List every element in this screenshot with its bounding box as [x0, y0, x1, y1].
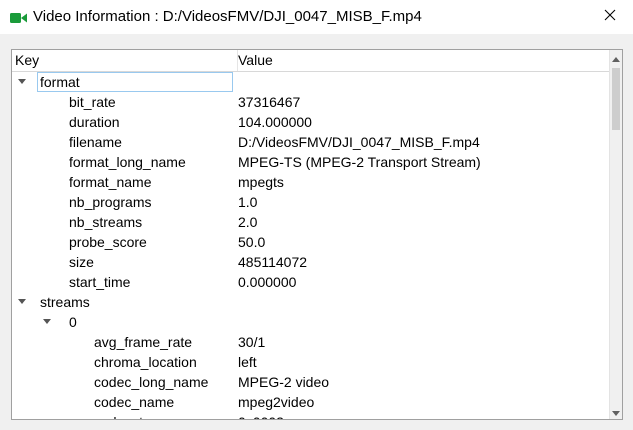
value-column-header[interactable]: Value	[235, 50, 608, 71]
row-value: 485114072	[238, 254, 308, 270]
row-value: mpeg2video	[238, 394, 315, 410]
row-key: nb_programs	[69, 194, 152, 210]
close-button[interactable]	[587, 0, 633, 34]
row-value: D:/VideosFMV/DJI_0047_MISB_F.mp4	[238, 134, 480, 150]
expand-down-icon[interactable]	[17, 72, 29, 92]
row-value: 1.0	[238, 194, 258, 210]
title-bar: Video Information : D:/VideosFMV/DJI_004…	[0, 0, 633, 34]
row-value: mpegts	[238, 174, 284, 190]
tree-row[interactable]: format_long_name MPEG-TS (MPEG-2 Transpor…	[12, 152, 609, 172]
key-column-header[interactable]: Key	[12, 50, 238, 71]
row-key: format_long_name	[69, 154, 186, 170]
scroll-thumb[interactable]	[612, 68, 620, 130]
arrow-down-icon	[612, 403, 620, 420]
row-key: streams	[40, 294, 90, 310]
row-value: left	[238, 354, 257, 370]
row-value: MPEG-TS (MPEG-2 Transport Stream)	[238, 154, 481, 170]
row-key: duration	[69, 114, 120, 130]
row-value: 30/1	[238, 334, 266, 350]
row-key: 0	[69, 314, 77, 330]
arrow-up-icon	[612, 50, 620, 67]
video-camera-icon	[10, 11, 28, 23]
row-key: codec_name	[94, 394, 175, 410]
tree-row[interactable]: filename D:/VideosFMV/DJI_0047_MISB_F.mp4	[12, 132, 609, 152]
row-key: bit_rate	[69, 94, 116, 110]
tree-header: Key Value	[12, 50, 609, 72]
row-key: codec_long_name	[94, 374, 209, 390]
row-key: format	[37, 72, 233, 92]
row-key: nb_streams	[69, 214, 143, 230]
window-title: Video Information : D:/VideosFMV/DJI_004…	[33, 8, 422, 25]
tree-rows: format bit_rate 37316467 duration 104.000000…	[12, 72, 609, 419]
row-value: 37316467	[238, 94, 301, 110]
tree-row[interactable]: 0	[12, 312, 609, 332]
row-key: chroma_location	[94, 354, 197, 370]
row-key: format_name	[69, 174, 152, 190]
tree-row[interactable]: start_time 0.000000	[12, 272, 609, 292]
row-value: MPEG-2 video	[238, 374, 330, 390]
tree-row[interactable]: avg_frame_rate 30/1	[12, 332, 609, 352]
expand-down-icon[interactable]	[17, 292, 29, 312]
row-key: codec_tag	[94, 412, 159, 419]
tree-row[interactable]: codec_name mpeg2video	[12, 392, 609, 412]
tree-row[interactable]: codec_long_name MPEG-2 video	[12, 372, 609, 392]
row-value: 104.000000	[238, 114, 312, 130]
row-value: 50.0	[238, 234, 266, 250]
row-key: probe_score	[69, 234, 147, 250]
tree-row[interactable]: probe_score 50.0	[12, 232, 609, 252]
scroll-down-button[interactable]	[610, 404, 622, 419]
tree-row[interactable]: bit_rate 37316467	[12, 92, 609, 112]
scroll-up-button[interactable]	[610, 50, 622, 65]
video-information-window: Video Information : D:/VideosFMV/DJI_004…	[0, 0, 633, 430]
tree-row[interactable]: nb_streams 2.0	[12, 212, 609, 232]
tree-row[interactable]: codec_tag 0x0002	[12, 412, 609, 419]
row-key: avg_frame_rate	[94, 334, 193, 350]
row-value: 0.000000	[238, 274, 297, 290]
row-key: size	[69, 254, 94, 270]
vertical-scrollbar[interactable]	[609, 50, 622, 419]
tree-row[interactable]: format_name mpegts	[12, 172, 609, 192]
row-key: filename	[69, 134, 122, 150]
tree-row[interactable]: size 485114072	[12, 252, 609, 272]
tree-row[interactable]: chroma_location left	[12, 352, 609, 372]
close-icon	[604, 8, 616, 26]
tree-row[interactable]: nb_programs 1.0	[12, 192, 609, 212]
tree-row[interactable]: streams	[12, 292, 609, 312]
info-tree-view[interactable]: Key Value format bit_rate 37316467 duration…	[11, 49, 623, 420]
tree-row[interactable]: format	[12, 72, 609, 92]
row-key: start_time	[69, 274, 131, 290]
expand-down-icon[interactable]	[42, 312, 54, 332]
row-value: 0x0002	[238, 412, 284, 419]
row-value: 2.0	[238, 214, 258, 230]
tree-row[interactable]: duration 104.000000	[12, 112, 609, 132]
